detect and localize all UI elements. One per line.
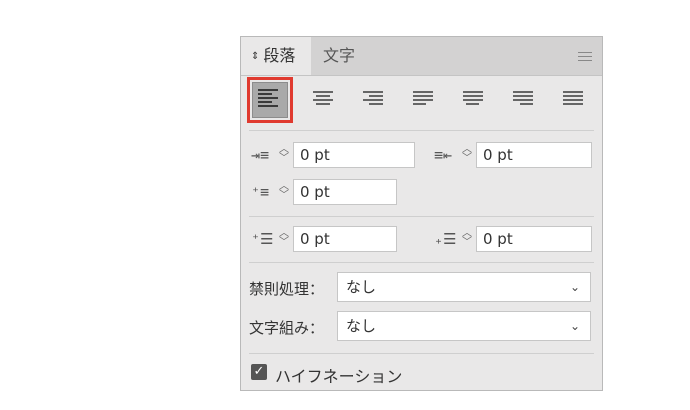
align-right-button[interactable]: [353, 81, 391, 119]
justify-center-button[interactable]: [453, 81, 491, 119]
tab-character-label: 文字: [323, 46, 356, 65]
align-right-icon: [363, 91, 383, 107]
chevron-down-icon: ⌄: [569, 319, 580, 333]
first-line-indent-input[interactable]: 0 pt: [293, 179, 397, 205]
align-center-icon: [313, 91, 333, 107]
justify-right-icon: [513, 91, 533, 107]
right-indent-icon: ≡⇤: [434, 146, 453, 164]
space-after-icon: ₊☰: [434, 230, 457, 248]
left-indent-icon: ⇥≡: [251, 146, 270, 164]
align-center-button[interactable]: [303, 81, 341, 119]
first-line-indent-stepper[interactable]: ︿ ﹀: [277, 182, 291, 202]
right-indent-row: ≡⇤ ︿ ﹀ 0 pt: [434, 142, 604, 168]
tab-character[interactable]: 文字: [323, 37, 355, 75]
left-indent-input[interactable]: 0 pt: [293, 142, 415, 168]
mojikumi-label: 文字組み：: [249, 319, 325, 337]
panel-tab-bar: ⇕ 段落 文字: [241, 37, 602, 76]
kinsoku-select[interactable]: なし ⌄: [337, 272, 591, 302]
divider: [249, 216, 594, 217]
justify-all-icon: [563, 91, 583, 107]
hyphenation-checkbox[interactable]: ✓: [251, 364, 267, 380]
right-indent-stepper[interactable]: ︿ ﹀: [460, 145, 474, 165]
hyphenation-label: ハイフネーション: [275, 367, 403, 386]
tab-paragraph-label: 段落: [263, 46, 296, 65]
alignment-button-row: [247, 77, 597, 123]
paragraph-panel: ⇕ 段落 文字 ⇥≡ ︿ ﹀ 0 pt ≡⇤ ︿ ﹀ 0 pt ⁺≡ ︿ ﹀ 0…: [240, 36, 603, 391]
first-line-indent-row: ⁺≡ ︿ ﹀ 0 pt: [251, 179, 421, 205]
left-indent-stepper[interactable]: ︿ ﹀: [277, 145, 291, 165]
mojikumi-row: 文字組み： なし ⌄: [249, 311, 594, 343]
tab-paragraph[interactable]: ⇕ 段落: [241, 37, 311, 75]
first-line-indent-icon: ⁺≡: [251, 183, 270, 201]
divider: [249, 353, 594, 354]
divider: [249, 262, 594, 263]
mojikumi-select[interactable]: なし ⌄: [337, 311, 591, 341]
collapse-arrows-icon[interactable]: ⇕: [251, 51, 259, 62]
left-indent-row: ⇥≡ ︿ ﹀ 0 pt: [251, 142, 421, 168]
justify-center-icon: [463, 91, 483, 107]
chevron-down-icon: ⌄: [569, 280, 580, 294]
align-left-button[interactable]: [247, 77, 293, 123]
space-after-row: ₊☰ ︿ ﹀ 0 pt: [434, 226, 604, 252]
mojikumi-value: なし: [346, 317, 377, 335]
space-after-stepper[interactable]: ︿ ﹀: [460, 229, 474, 249]
justify-right-button[interactable]: [503, 81, 541, 119]
right-indent-input[interactable]: 0 pt: [476, 142, 592, 168]
divider: [249, 130, 594, 131]
justify-left-button[interactable]: [403, 81, 441, 119]
kinsoku-row: 禁則処理： なし ⌄: [249, 272, 594, 304]
panel-menu-icon[interactable]: [578, 52, 592, 64]
kinsoku-value: なし: [346, 278, 377, 296]
space-after-input[interactable]: 0 pt: [476, 226, 592, 252]
justify-left-icon: [413, 91, 433, 107]
space-before-input[interactable]: 0 pt: [293, 226, 397, 252]
space-before-row: ⁺☰ ︿ ﹀ 0 pt: [251, 226, 421, 252]
space-before-stepper[interactable]: ︿ ﹀: [277, 229, 291, 249]
kinsoku-label: 禁則処理：: [249, 280, 325, 298]
justify-all-button[interactable]: [553, 81, 591, 119]
space-before-icon: ⁺☰: [251, 230, 274, 248]
align-left-icon: [258, 89, 278, 109]
